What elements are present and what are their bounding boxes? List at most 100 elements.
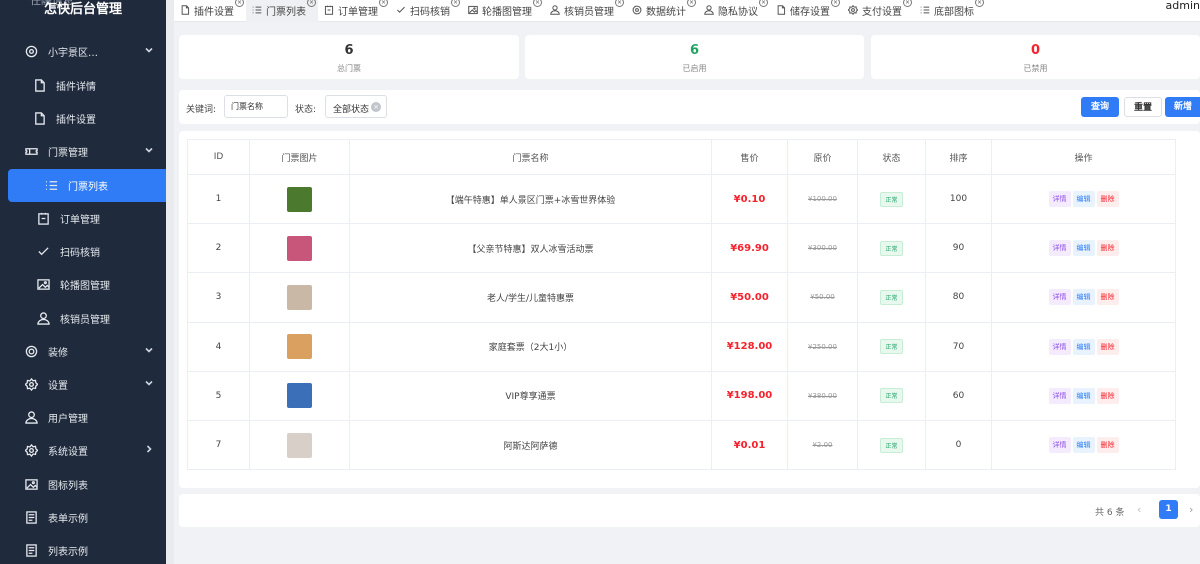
close-icon[interactable]: × — [903, 0, 912, 7]
search-button[interactable]: 查询 — [1081, 97, 1119, 117]
close-icon[interactable]: × — [307, 0, 316, 7]
cell-price: ¥0.01 — [711, 419, 788, 471]
sidebar-item-0[interactable]: 小宇景区… — [0, 35, 166, 68]
detail-button[interactable]: 详情 — [1048, 191, 1071, 208]
status-select[interactable]: 全部状态 × — [325, 95, 387, 118]
table-row: 2 【父亲节特惠】双人冰雪活动票 ¥69.90 ¥300.00 正常 90 详情 编辑 删除 — [187, 223, 1176, 274]
sidebar-item-1[interactable]: 插件详情 — [0, 69, 166, 102]
edit-button[interactable]: 编辑 — [1072, 240, 1095, 257]
file-icon — [32, 79, 46, 93]
original-price: ¥2.00 — [812, 441, 833, 450]
ticket-table-card: ID 门票图片 门票名称 售价 原价 状态 排序 操作 1 【端午特惠】单人景区门票+冰雪世界体… — [179, 131, 1200, 488]
detail-button[interactable]: 详情 — [1048, 338, 1071, 355]
keyword-label: 关键词: — [186, 105, 217, 115]
sidebar-item-13[interactable]: 图标列表 — [0, 468, 166, 501]
edit-button[interactable]: 编辑 — [1072, 387, 1095, 404]
edit-button[interactable]: 编辑 — [1072, 338, 1095, 355]
cell-status: 正常 — [857, 223, 926, 274]
sidebar-item-11[interactable]: 用户管理 — [0, 401, 166, 434]
ticket-table: ID 门票图片 门票名称 售价 原价 状态 排序 操作 1 【端午特惠】单人景区门票+冰雪世界体… — [187, 139, 1176, 471]
sidebar-item-label: 系统设置 — [48, 447, 88, 458]
close-icon[interactable]: × — [533, 0, 542, 7]
tab-8[interactable]: 储存设置 × — [770, 0, 842, 22]
reset-button[interactable]: 重置 — [1124, 97, 1162, 117]
clear-icon[interactable]: × — [371, 102, 381, 112]
ticket-thumbnail — [287, 284, 312, 310]
sidebar-item-label: 表单示例 — [48, 514, 88, 525]
sidebar-item-8[interactable]: 核销员管理 — [0, 302, 166, 335]
close-icon[interactable]: × — [235, 0, 244, 7]
tab-3[interactable]: 扫码核销 × — [390, 0, 462, 22]
user-icon — [24, 411, 38, 425]
sidebar-item-6[interactable]: 扫码核销 — [0, 235, 166, 268]
cell-id: 3 — [187, 272, 250, 323]
sidebar-item-3[interactable]: 门票管理 — [0, 135, 166, 168]
close-icon[interactable]: × — [687, 0, 696, 7]
tab-2[interactable]: 订单管理 × — [318, 0, 390, 22]
sidebar-item-12[interactable]: 系统设置 — [0, 434, 166, 467]
close-icon[interactable]: × — [379, 0, 388, 7]
edit-button[interactable]: 编辑 — [1072, 191, 1095, 208]
delete-button[interactable]: 删除 — [1096, 437, 1119, 454]
detail-button[interactable]: 详情 — [1048, 240, 1071, 257]
tab-10[interactable]: 底部图标 × — [914, 0, 986, 22]
close-icon[interactable]: × — [759, 0, 768, 7]
stat-card: 0 已禁用 — [871, 35, 1200, 79]
tab-1[interactable]: 门票列表 × — [246, 0, 318, 22]
close-icon[interactable]: × — [451, 0, 460, 7]
status-badge: 正常 — [880, 191, 903, 207]
table-row: 3 老人/学生/儿童特惠票 ¥50.00 ¥50.00 正常 80 详情 编辑 删除 — [187, 272, 1176, 323]
detail-button[interactable]: 详情 — [1048, 437, 1071, 454]
user-icon — [36, 312, 50, 326]
original-price: ¥300.00 — [808, 244, 837, 253]
next-page-icon[interactable]: › — [1189, 503, 1193, 516]
cell-actions: 详情 编辑 删除 — [991, 370, 1176, 421]
delete-button[interactable]: 删除 — [1096, 338, 1119, 355]
keyword-input[interactable] — [224, 95, 288, 118]
tab-9[interactable]: 支付设置 × — [842, 0, 914, 22]
sidebar-item-14[interactable]: 表单示例 — [0, 501, 166, 534]
sidebar-item-10[interactable]: 设置 — [0, 368, 166, 401]
cell-actions: 详情 编辑 删除 — [991, 321, 1176, 372]
tab-6[interactable]: 数据统计 × — [626, 0, 698, 22]
page-button[interactable]: 1 — [1159, 500, 1178, 519]
sidebar: 任融信息 怎快后台管理 小宇景区… 插件详情 插件设置 门票管理 门票列表 订单管理 扫码核… — [0, 0, 166, 564]
tab-4[interactable]: 轮播图管理 × — [462, 0, 544, 22]
delete-button[interactable]: 删除 — [1096, 387, 1119, 404]
tab-label: 插件设置 — [194, 7, 234, 18]
close-icon[interactable]: × — [615, 0, 624, 7]
prev-page-icon[interactable]: ‹ — [1137, 503, 1141, 516]
table-row: 7 阿斯达阿萨德 ¥0.01 ¥2.00 正常 0 详情 编辑 删除 — [187, 419, 1176, 471]
sidebar-item-4[interactable]: 门票列表 — [8, 169, 166, 202]
sidebar-item-2[interactable]: 插件设置 — [0, 102, 166, 135]
user-name[interactable]: admin — [1166, 0, 1200, 12]
table-row: 1 【端午特惠】单人景区门票+冰雪世界体验 ¥0.10 ¥100.00 正常 100 详情编… — [187, 173, 1176, 225]
cell-name: 老人/学生/儿童特惠票 — [349, 272, 712, 323]
tab-7[interactable]: 隐私协议 × — [698, 0, 770, 22]
detail-button[interactable]: 详情 — [1048, 387, 1071, 404]
close-icon[interactable]: × — [975, 0, 984, 7]
sidebar-item-label: 门票管理 — [48, 148, 88, 159]
sidebar-item-15[interactable]: 列表示例 — [0, 534, 166, 564]
cell-image — [249, 321, 350, 372]
cell-id: 1 — [187, 173, 250, 225]
delete-button[interactable]: 删除 — [1096, 240, 1119, 257]
cell-sort: 0 — [925, 419, 992, 471]
add-button[interactable]: 新增 — [1165, 97, 1200, 117]
tab-0[interactable]: 插件设置 × — [174, 0, 246, 22]
edit-button[interactable]: 编辑 — [1072, 437, 1095, 454]
column-header: 门票名称 — [349, 139, 712, 175]
sidebar-item-label: 装修 — [48, 348, 68, 359]
sidebar-item-label: 门票列表 — [68, 182, 108, 193]
sidebar-item-7[interactable]: 轮播图管理 — [0, 268, 166, 301]
edit-button[interactable]: 编辑 — [1072, 289, 1095, 306]
delete-button[interactable]: 删除 — [1096, 289, 1119, 306]
sidebar-item-5[interactable]: 订单管理 — [0, 202, 166, 235]
chevron-down-icon — [144, 378, 156, 390]
cell-id: 2 — [187, 223, 250, 274]
delete-button[interactable]: 删除 — [1096, 191, 1119, 208]
sidebar-item-9[interactable]: 装修 — [0, 335, 166, 368]
close-icon[interactable]: × — [831, 0, 840, 7]
tab-5[interactable]: 核销员管理 × — [544, 0, 626, 22]
detail-button[interactable]: 详情 — [1048, 289, 1071, 306]
